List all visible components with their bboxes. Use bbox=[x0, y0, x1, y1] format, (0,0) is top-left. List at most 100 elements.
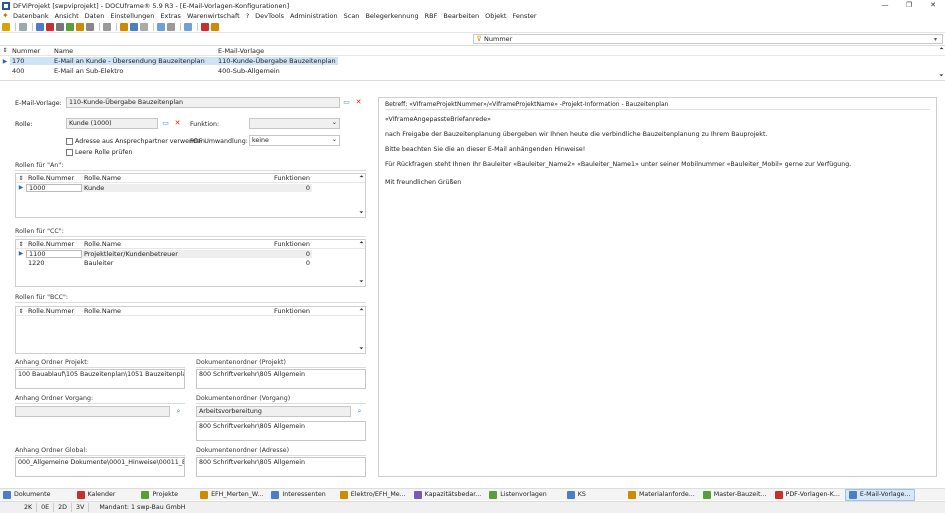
col-rolle-name[interactable]: Rolle.Name bbox=[82, 240, 272, 248]
dok-adresse-field[interactable]: 800 Schriftverkehr\805 Allgemein bbox=[196, 457, 366, 477]
chevron-down-icon[interactable]: ▾ bbox=[934, 36, 942, 43]
refresh-icon[interactable] bbox=[66, 22, 74, 31]
folder-icon[interactable] bbox=[76, 22, 84, 31]
sort-icon[interactable]: ⇕ bbox=[16, 308, 26, 315]
email-preview[interactable]: Betreff: «VIframeProjektNummer»/«VIframe… bbox=[378, 97, 937, 477]
sort-filter-field[interactable]: ⊽ Nummer ▾ bbox=[473, 34, 943, 44]
pdf-select[interactable]: keine ⌄ bbox=[249, 135, 340, 146]
rolle-field[interactable]: Kunde (1000) bbox=[66, 118, 158, 129]
tab-projekte[interactable]: Projekte bbox=[138, 489, 181, 501]
layout-icon[interactable] bbox=[184, 22, 192, 31]
menu-rbf[interactable]: RBF bbox=[425, 12, 438, 20]
wand-icon[interactable] bbox=[211, 22, 219, 31]
dok-vorgang-field[interactable]: Arbeitsvorbereitung bbox=[196, 406, 351, 417]
anhang-global-field[interactable]: 000_Allgemeine Dokumente\0001_Hinweise\0… bbox=[15, 457, 185, 477]
scroll-top-icon[interactable]: ⏶ bbox=[939, 46, 943, 53]
col-rolle-nummer[interactable]: Rolle.Nummer bbox=[26, 174, 82, 182]
menu-extras[interactable]: Extras bbox=[160, 12, 181, 20]
cell-name: Projektleiter/Kundenbetreuer bbox=[82, 249, 272, 258]
delete-icon[interactable] bbox=[46, 22, 54, 31]
rollen-bcc-scrollbar[interactable]: ⏶ ⏷ bbox=[358, 307, 365, 353]
new-icon[interactable] bbox=[36, 22, 44, 31]
tab-ks[interactable]: KS bbox=[564, 489, 589, 501]
col-funktionen[interactable]: Funktionen bbox=[272, 174, 312, 182]
menu-devtools[interactable]: DevTools bbox=[255, 12, 284, 20]
anhang-projekt-field[interactable]: 100 Bauablauf\105 Bauzeitenplan\1051 Bau… bbox=[15, 369, 185, 389]
filter-icon[interactable] bbox=[86, 22, 94, 31]
rollen-cc-scrollbar[interactable]: ⏶ ⏷ bbox=[358, 240, 365, 286]
tab-kapazitaet[interactable]: Kapazitätsbedar... bbox=[411, 489, 485, 501]
table-row[interactable]: ▶ 170 E-Mail an Kunde - Übersendung Bauz… bbox=[0, 56, 945, 66]
print-icon[interactable] bbox=[19, 22, 27, 31]
dok-vorgang-field-2[interactable]: 800 Schriftverkehr\805 Allgemein bbox=[196, 421, 366, 441]
search-icon[interactable] bbox=[157, 22, 165, 31]
col-funktionen[interactable]: Funktionen bbox=[272, 307, 312, 315]
wizard-icon[interactable] bbox=[2, 22, 10, 31]
menu-administration[interactable]: Administration bbox=[290, 12, 338, 20]
tab-kalender[interactable]: Kalender bbox=[74, 489, 119, 501]
rollen-an-scrollbar[interactable]: ⏶ ⏷ bbox=[358, 174, 365, 217]
tab-pdf-vorlagen[interactable]: PDF-Vorlagen-K... bbox=[772, 489, 843, 501]
dok-projekt-field[interactable]: 800 Schriftverkehr\805 Allgemein bbox=[196, 369, 366, 389]
tab-elektro[interactable]: Elektro/EFH_Me... bbox=[337, 489, 409, 501]
tab-email-vorlagen[interactable]: E-Mail-Vorlage... bbox=[844, 488, 915, 501]
close-button[interactable]: ✕ bbox=[921, 0, 945, 11]
col-rolle-name[interactable]: Rolle.Name bbox=[82, 307, 272, 315]
tools-icon[interactable] bbox=[201, 22, 209, 31]
col-vorlage[interactable]: E-Mail-Vorlage bbox=[216, 47, 338, 55]
tab-interessenten[interactable]: Interessenten bbox=[268, 489, 328, 501]
menu-ansicht[interactable]: Ansicht bbox=[55, 12, 79, 20]
grid-header: ⇕ Rolle.Nummer Rolle.Name Funktionen bbox=[16, 307, 365, 316]
email-vorlage-field[interactable]: 110-Kunde-Übergabe Bauzeitenplan bbox=[66, 97, 340, 108]
tab-dokumente[interactable]: Dokumente bbox=[0, 489, 54, 501]
browse-icon[interactable]: ▭ bbox=[342, 98, 351, 107]
sort-icon[interactable]: ⇕ bbox=[16, 241, 26, 248]
grid-scrollbar[interactable]: ⏶ ⏷ bbox=[938, 46, 945, 80]
menu-einstellungen[interactable]: Einstellungen bbox=[110, 12, 154, 20]
menu-help[interactable]: ? bbox=[246, 12, 249, 20]
col-nummer[interactable]: Nummer bbox=[10, 47, 52, 55]
table-row[interactable]: ▶ 1000 Kunde 0 bbox=[16, 183, 365, 192]
export-icon[interactable] bbox=[130, 22, 138, 31]
menu-bearbeiten[interactable]: Bearbeiten bbox=[443, 12, 479, 20]
col-rolle-name[interactable]: Rolle.Name bbox=[82, 174, 272, 182]
table-row[interactable]: ▶ 1100 Projektleiter/Kundenbetreuer 0 bbox=[16, 249, 365, 258]
sort-icon[interactable]: ⇕ bbox=[0, 47, 10, 54]
tab-listenvorlagen[interactable]: Listenvorlagen bbox=[486, 489, 550, 501]
leere-rolle-checkbox[interactable] bbox=[66, 149, 73, 156]
table-row[interactable]: 400 E-Mail an Sub-Elektro 400-Sub-Allgem… bbox=[0, 66, 945, 76]
scroll-bottom-icon[interactable]: ⏷ bbox=[939, 73, 943, 80]
adresse-checkbox[interactable] bbox=[66, 138, 73, 145]
menu-fenster[interactable]: Fenster bbox=[512, 12, 536, 20]
search-icon[interactable]: ⌕ bbox=[355, 407, 364, 416]
rolle-clear-icon[interactable]: ✕ bbox=[173, 119, 182, 128]
settings-icon[interactable] bbox=[140, 22, 148, 31]
menu-objekt[interactable]: Objekt bbox=[485, 12, 506, 20]
funktion-select[interactable]: ⌄ bbox=[249, 118, 340, 129]
table-row[interactable]: 1220 Bauleiter 0 bbox=[16, 258, 365, 267]
menu-belegerkennung[interactable]: Belegerkennung bbox=[365, 12, 418, 20]
tab-master-bauzeit[interactable]: Master-Bauzeit... bbox=[700, 489, 770, 501]
anhang-vorgang-field[interactable] bbox=[15, 406, 170, 417]
sort-icon[interactable]: ⇕ bbox=[16, 175, 26, 182]
clear-icon[interactable]: ✕ bbox=[354, 98, 363, 107]
search-icon[interactable]: ⌕ bbox=[174, 407, 183, 416]
col-rolle-nummer[interactable]: Rolle.Nummer bbox=[26, 307, 82, 315]
col-funktionen[interactable]: Funktionen bbox=[272, 240, 312, 248]
col-rolle-nummer[interactable]: Rolle.Nummer bbox=[26, 240, 82, 248]
menu-scan[interactable]: Scan bbox=[344, 12, 360, 20]
menu-daten[interactable]: Daten bbox=[85, 12, 105, 20]
menu-datenbank[interactable]: Datenbank bbox=[13, 12, 49, 20]
document-icon[interactable] bbox=[120, 22, 128, 31]
copy-icon[interactable] bbox=[56, 22, 64, 31]
tab-materialanforderung[interactable]: Materialanforde... bbox=[625, 489, 698, 501]
col-name[interactable]: Name bbox=[52, 47, 216, 55]
list-icon[interactable] bbox=[167, 22, 175, 31]
restore-button[interactable]: ❐ bbox=[897, 0, 921, 11]
menu-warenwirtschaft[interactable]: Warenwirtschaft bbox=[187, 12, 240, 20]
pin-icon[interactable] bbox=[103, 22, 111, 31]
rolle-browse-icon[interactable]: ▭ bbox=[161, 119, 170, 128]
minimize-button[interactable]: — bbox=[873, 0, 897, 11]
email-body-line: nach Freigabe der Bauzeitenplanung überg… bbox=[385, 131, 768, 138]
tab-efh-merten[interactable]: EFH_Merten_W... bbox=[197, 489, 266, 501]
